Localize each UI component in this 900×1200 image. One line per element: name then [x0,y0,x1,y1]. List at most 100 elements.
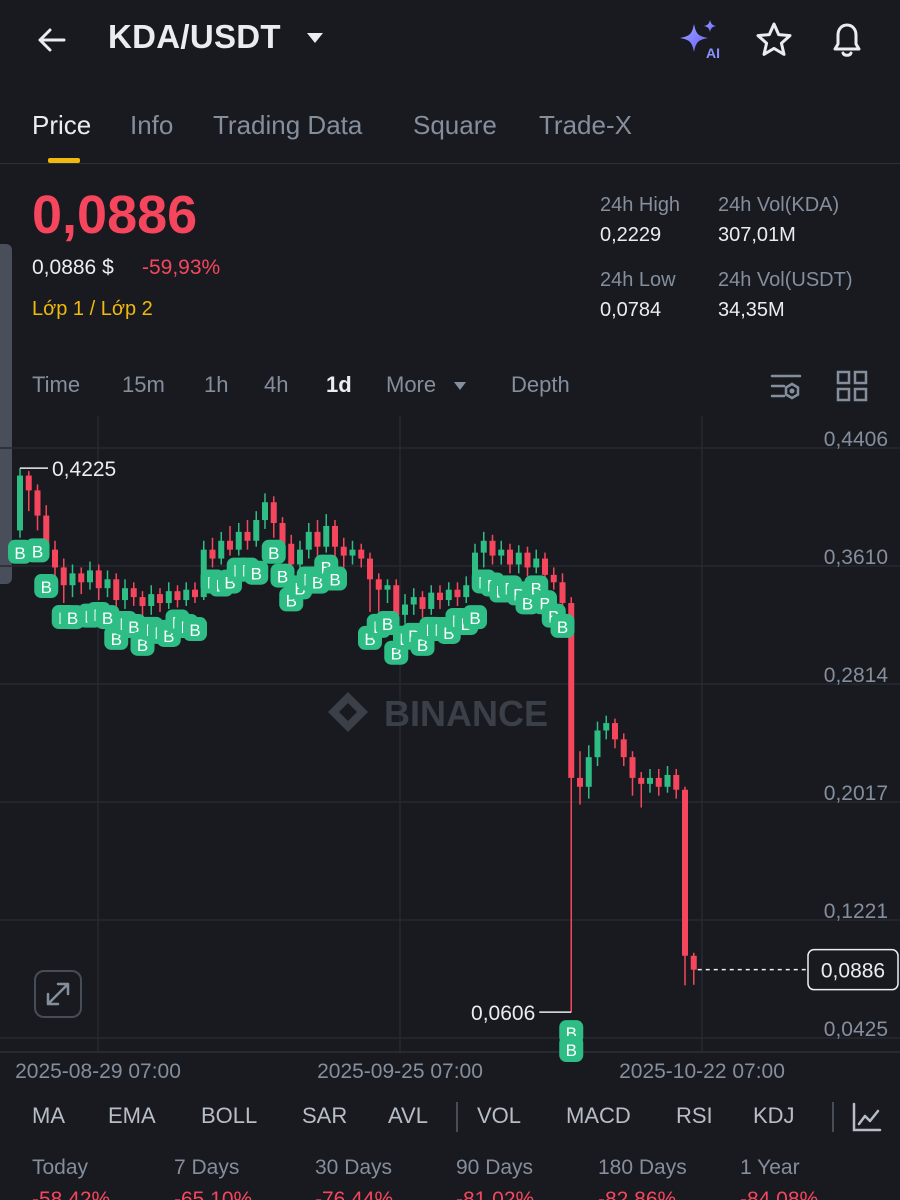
buy-marker: B [261,539,286,564]
chart-settings-icon[interactable] [768,368,804,404]
chart-grid [0,416,900,1053]
candle-body [183,589,190,601]
perf-7d-value: -65,10% [174,1188,253,1200]
indicator-ma[interactable]: MA [32,1103,65,1129]
candle-body [437,592,443,601]
y-tick-label: 0,2017 [824,782,888,805]
indicator-rsi[interactable]: RSI [676,1103,713,1129]
candle-body [550,574,557,583]
candle-body [498,549,505,556]
buy-marker-label: B [268,544,279,563]
candle-body [410,597,417,605]
candle-body [620,739,627,758]
perf-today-label: Today [32,1156,89,1179]
back-arrow-icon[interactable] [34,22,70,58]
interval-1h[interactable]: 1h [204,372,228,398]
interval-15m[interactable]: 15m [122,372,165,398]
caret-down-icon[interactable] [452,380,468,392]
candle-body [655,777,662,787]
buy-marker-label: B [32,542,43,561]
expand-icon [46,982,70,1006]
stat-24h-high-label: 24h High [600,194,681,216]
candle-body [690,955,697,970]
y-tick-label: 0,2814 [824,664,889,687]
indicator-ema[interactable]: EMA [108,1103,156,1129]
y-tick-label: 0,0425 [824,1018,888,1041]
price-chart[interactable]: BINANCE 0,4406 0,3610 0,2814 0,2017 0,1221 0,… [0,416,900,1096]
tab-trade-x[interactable]: Trade-X [539,110,632,141]
candle-body [463,585,470,598]
buy-marker: B [550,613,575,638]
perf-180d-label: 180 Days [598,1156,687,1179]
tab-price[interactable]: Price [32,110,91,141]
candle-body [288,543,295,565]
buy-marker: B [244,560,269,585]
candle-body [148,594,155,606]
buy-marker: B [559,1036,584,1062]
candle-body [489,540,496,556]
interval-more[interactable]: More [386,372,436,398]
candle-body [218,540,225,559]
x-axis: 2025-08-29 07:00 2025-09-25 07:00 2025-10-… [15,1060,785,1083]
caret-down-icon[interactable] [304,30,326,46]
candle-body [87,570,93,583]
stat-24h-vol-kda-value: 307,01M [718,224,796,246]
indicator-settings-icon[interactable] [850,1100,884,1134]
indicator-vol[interactable]: VOL [477,1103,521,1129]
indicator-sar[interactable]: SAR [302,1103,347,1129]
candle-body [314,531,321,547]
candle-body [612,723,618,740]
y-tick-label: 0,1221 [824,900,888,923]
interval-depth[interactable]: Depth [511,372,570,398]
bell-icon[interactable] [826,18,868,60]
last-price: 0,0886 [32,185,198,245]
layer-tag[interactable]: Lớp 1 / Lớp 2 [32,298,153,321]
buy-marker-label: B [566,1041,577,1060]
watermark-text: BINANCE [384,693,548,734]
candle-body [95,570,102,589]
buy-marker: B [323,566,347,591]
trading-pair-title[interactable]: KDA/USDT [108,18,281,56]
interval-time[interactable]: Time [32,372,80,398]
candle-body [332,525,338,547]
buy-marker-label: B [557,618,568,637]
active-tab-indicator [48,158,80,163]
candle-body [515,552,522,565]
candle-body [192,589,198,598]
candle-body [165,591,172,604]
tab-info[interactable]: Info [130,110,173,141]
candle-body [262,502,268,521]
expand-chart-button[interactable] [34,970,82,1018]
buy-marker: B [183,617,207,642]
candle-body [603,723,610,731]
candle-body [157,594,163,604]
candle-body [594,730,601,758]
y-tick-label: 0,4406 [824,428,888,451]
y-tick-label: 0,3610 [824,546,888,569]
candle-body [174,591,181,601]
indicator-avl[interactable]: AVL [388,1103,428,1129]
candle-body [480,540,487,553]
buy-marker: B [34,574,59,599]
max-price-label: 0,4225 [52,458,116,481]
star-icon[interactable] [754,20,794,60]
candle-body [445,589,452,601]
grid-layout-icon[interactable] [834,368,870,404]
candle-body [25,475,32,491]
interval-1d[interactable]: 1d [326,372,352,398]
candle-body [52,549,58,568]
ai-sparkle-icon[interactable]: AI [680,18,724,62]
buy-markers: BBBBBBBBBBBBBBBBBBBBBBBBBBBBBBBBBBBBBBBB… [8,538,584,1062]
tab-square[interactable]: Square [413,110,497,141]
perf-90d-label: 90 Days [456,1156,534,1179]
stat-24h-high-value: 0,2229 [600,224,662,246]
x-tick-label: 2025-10-22 07:00 [619,1060,785,1083]
buy-marker-label: B [102,609,113,628]
tab-trading-data[interactable]: Trading Data [213,110,362,141]
buy-marker-label: B [329,571,340,590]
interval-4h[interactable]: 4h [264,372,288,398]
indicator-macd[interactable]: MACD [566,1103,631,1129]
indicator-boll[interactable]: BOLL [201,1103,257,1129]
candle-body [349,549,356,556]
indicator-kdj[interactable]: KDJ [753,1103,795,1129]
